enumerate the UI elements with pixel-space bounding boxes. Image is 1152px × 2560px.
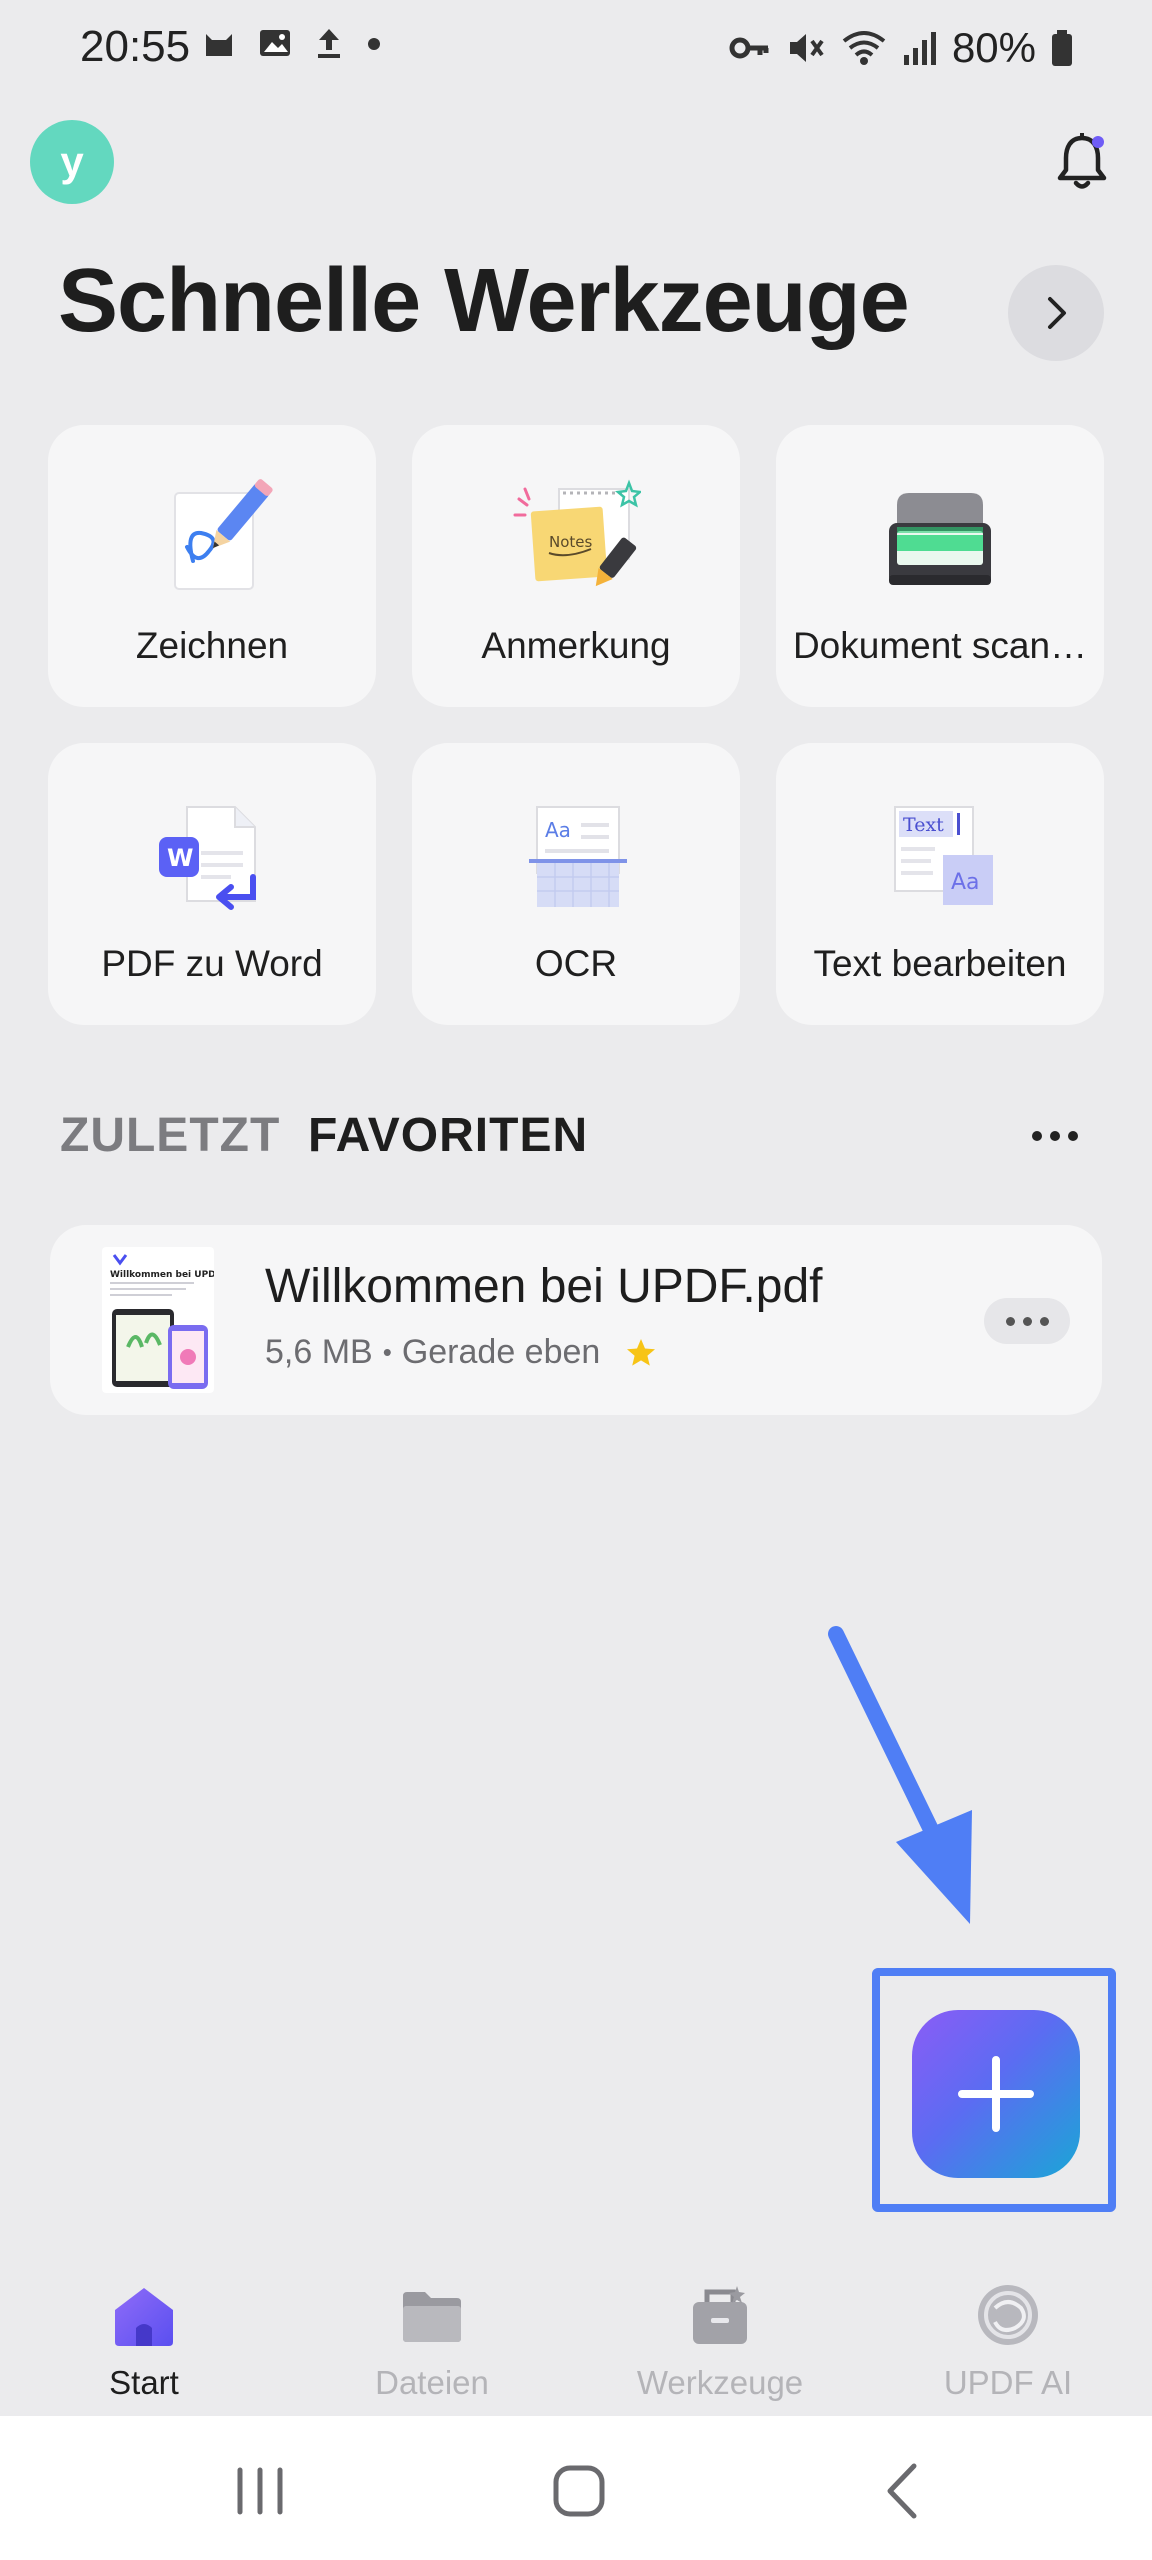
avatar-letter: y: [60, 138, 84, 185]
edit-text-icon: Text Aa: [894, 806, 993, 905]
tool-label: Dokument scan…: [792, 625, 1088, 666]
battery-percent: 80%: [951, 24, 1036, 71]
nav-label: Werkzeuge: [636, 2364, 804, 2401]
file-size: 5,6 MB: [265, 1333, 373, 1371]
dot: [1022, 1316, 1032, 1326]
chevron-right-icon: [1048, 297, 1066, 329]
status-system-icons: 80%: [728, 24, 1074, 72]
ocr-icon: Aa: [529, 806, 627, 907]
recent-apps-icon[interactable]: [220, 2456, 300, 2526]
more-options-icon[interactable]: [1030, 1126, 1080, 1146]
dot-icon: [368, 38, 380, 50]
file-thumbnail: Willkommen bei UPDF: [102, 1247, 214, 1393]
scanner-icon: [889, 493, 991, 585]
annotation-arrow-icon: [828, 1626, 972, 1924]
nav-item-start[interactable]: Start: [24, 2260, 264, 2402]
tab-favorites[interactable]: FAVORITEN: [308, 1108, 588, 1163]
tool-card-draw[interactable]: Zeichnen: [48, 425, 376, 707]
tool-card-ocr[interactable]: Aa OCR: [412, 743, 740, 1025]
file-list-item[interactable]: Willkommen bei UPDF Willkommen bei UPDF.…: [50, 1225, 1102, 1415]
signal-icon: [903, 32, 936, 65]
pdf-to-word-icon: W: [159, 806, 256, 910]
status-time: 20:55: [80, 22, 191, 71]
tool-card-edit-text[interactable]: Text Aa Text bearbeiten: [776, 743, 1104, 1025]
wifi-icon: [842, 31, 886, 65]
draw-icon: [174, 479, 273, 590]
nav-label: UPDF AI: [943, 2364, 1073, 2401]
notes-icon-text: Notes: [549, 533, 593, 551]
status-bar: 20:55 80%: [0, 0, 1152, 100]
battery-icon: [1052, 30, 1072, 66]
dot: [1039, 1316, 1049, 1326]
notes-icon: Notes: [513, 479, 641, 587]
notification-bell-icon[interactable]: [1052, 130, 1112, 194]
page-title: Schnelle Werkzeuge: [58, 251, 910, 351]
file-meta: 5,6 MB • Gerade eben: [265, 1333, 658, 1372]
avatar[interactable]: y: [30, 120, 114, 204]
image-icon: [260, 30, 290, 56]
tool-label: OCR: [534, 943, 618, 984]
nav-item-tools[interactable]: Werkzeuge: [600, 2260, 840, 2402]
tool-label: Anmerkung: [481, 625, 671, 666]
folder-icon: [403, 2292, 461, 2342]
tab-recent[interactable]: ZULETZT: [60, 1108, 280, 1163]
word-icon-letter: W: [167, 844, 193, 872]
system-navigation-bar: [0, 2416, 1152, 2560]
key-icon: [729, 37, 769, 59]
favorite-star-icon[interactable]: [624, 1336, 658, 1370]
tool-label: PDF zu Word: [101, 943, 323, 984]
edit-text-icon-text: Text: [903, 814, 944, 836]
cat-icon: [206, 34, 232, 56]
file-time: Gerade eben: [401, 1333, 601, 1371]
dot: [1005, 1316, 1015, 1326]
home-icon: [115, 2288, 173, 2346]
tool-card-pdf-to-word[interactable]: W PDF zu Word: [48, 743, 376, 1025]
nav-label: Start: [109, 2364, 179, 2401]
ai-icon: [978, 2285, 1038, 2345]
nav-item-files[interactable]: Dateien: [312, 2260, 552, 2402]
tool-label: Text bearbeiten: [813, 943, 1067, 984]
plus-icon: [958, 2056, 1034, 2132]
file-more-button[interactable]: [984, 1298, 1070, 1344]
home-button-icon[interactable]: [540, 2456, 620, 2526]
edit-text-icon-text-2: Aa: [951, 870, 980, 895]
meta-separator: •: [382, 1337, 392, 1367]
tool-label: Zeichnen: [135, 625, 289, 666]
back-icon[interactable]: [862, 2456, 942, 2526]
mute-icon: [789, 34, 824, 62]
toolbox-icon: [693, 2286, 747, 2344]
nav-item-updf-ai[interactable]: UPDF AI: [888, 2260, 1128, 2402]
pdf-thumbnail-icon: Willkommen bei UPDF: [110, 1254, 214, 1389]
tool-card-scan[interactable]: Dokument scan…: [776, 425, 1104, 707]
bottom-navigation: Start Dateien Werkzeuge UPDF AI: [0, 2260, 1152, 2416]
tool-card-annotate[interactable]: Notes Anmerkung: [412, 425, 740, 707]
status-notification-icons: [202, 26, 382, 60]
file-name: Willkommen bei UPDF.pdf: [265, 1260, 823, 1313]
ocr-icon-text: Aa: [545, 818, 571, 842]
upload-icon: [318, 29, 340, 58]
add-button[interactable]: [912, 2010, 1080, 2178]
thumb-title: Willkommen bei UPDF: [110, 1270, 214, 1280]
quick-tools-more-button[interactable]: [1008, 265, 1104, 361]
nav-label: Dateien: [375, 2364, 489, 2401]
